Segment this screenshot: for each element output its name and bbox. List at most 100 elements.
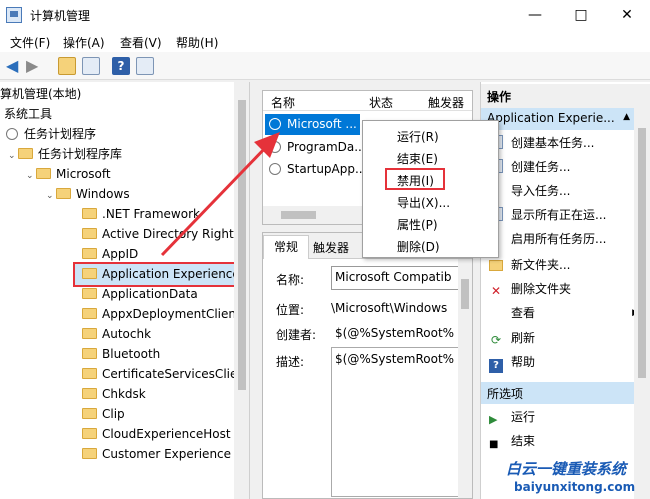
action-import-task[interactable]: 导入任务... (489, 180, 570, 202)
watermark-url: baiyunxitong.com (514, 480, 636, 494)
tree-item-task-scheduler[interactable]: 任务计划程序 (6, 124, 96, 144)
description-value[interactable]: $(@%SystemRoot% (331, 347, 461, 497)
menu-file[interactable]: 文件(F) (10, 34, 50, 51)
actions-section-application-experience[interactable]: Application Experie... ▲ (481, 108, 634, 130)
menu-help[interactable]: 帮助(H) (176, 34, 218, 51)
action-label: 结束 (511, 434, 536, 448)
delete-x-icon: ✕ (490, 284, 502, 298)
action-create-task[interactable]: 创建任务... (489, 156, 570, 178)
folder-icon (82, 388, 97, 399)
tree-item-label: AppxDeploymentClient (102, 307, 241, 321)
tree-item-label: CertificateServicesClien (102, 367, 245, 381)
tree-item-label: Autochk (102, 327, 152, 341)
chevron-down-icon[interactable]: ⌄ (8, 146, 18, 166)
show-hide-tree-icon[interactable] (82, 57, 100, 75)
folder-icon (82, 348, 97, 359)
tab-triggers[interactable]: 触发器 (313, 239, 349, 256)
task-properties: 常规 触发器 名称: Microsoft Compatib 位置: \Micro… (262, 232, 473, 499)
action-show-running[interactable]: 显示所有正在运... (489, 204, 606, 226)
window-title: 计算机管理 (30, 9, 91, 23)
forward-arrow-icon[interactable]: ▶ (26, 57, 44, 75)
action-label: 显示所有正在运... (511, 208, 607, 222)
tree-item-clip[interactable]: Clip (82, 404, 125, 424)
action-create-basic-task[interactable]: 创建基本任务... (489, 132, 594, 154)
action-label: 导入任务... (511, 184, 571, 198)
menu-view[interactable]: 查看(V) (120, 34, 162, 51)
title-bar: 计算机管理 — □ ✕ (0, 0, 650, 30)
name-value[interactable]: Microsoft Compatib (331, 266, 461, 290)
help-icon: ? (489, 359, 503, 373)
action-view[interactable]: 查看▶ (489, 302, 639, 324)
tree-item-task-library[interactable]: ⌄ 任务计划程序库 (8, 144, 122, 164)
tree-item-windows[interactable]: ⌄ Windows (46, 184, 130, 204)
run-triangle-icon: ▶ (489, 413, 498, 426)
column-name[interactable]: 名称 (271, 94, 295, 111)
tree-item-system-tools[interactable]: 系统工具 (4, 104, 52, 124)
collapse-up-icon[interactable]: ▲ (623, 112, 630, 122)
column-trigger[interactable]: 触发器 (428, 94, 464, 111)
close-button[interactable]: ✕ (604, 0, 650, 30)
column-status[interactable]: 状态 (369, 94, 393, 111)
task-name: StartupApp... (287, 162, 367, 176)
menu-action[interactable]: 操作(A) (63, 34, 105, 51)
chevron-down-icon[interactable]: ⌄ (46, 186, 56, 206)
tree-item-customer[interactable]: Customer Experience Im (82, 444, 249, 464)
tree-item-certificate[interactable]: CertificateServicesClien (82, 364, 245, 384)
tree-item-label: CloudExperienceHost (102, 427, 231, 441)
action-label: 启用所有任务历... (511, 232, 607, 246)
folder-icon (82, 448, 97, 459)
action-enable-history[interactable]: 启用所有任务历... (489, 228, 606, 250)
tree-item-autochk[interactable]: Autochk (82, 324, 151, 344)
action-label: 运行 (511, 410, 536, 424)
folder-icon (82, 228, 97, 239)
action-run[interactable]: ▶ 运行 (489, 406, 535, 428)
tree-root[interactable]: 算机管理(本地) (0, 84, 81, 104)
chevron-down-icon[interactable]: ⌄ (26, 166, 36, 186)
task-list-header: 名称 状态 触发器 (263, 91, 472, 111)
minimize-button[interactable]: — (512, 0, 558, 30)
tree-item-bluetooth[interactable]: Bluetooth (82, 344, 160, 364)
tree-item-applicationdata[interactable]: ApplicationData (82, 284, 198, 304)
properties-scrollbar[interactable] (458, 259, 472, 498)
maximize-button[interactable]: □ (558, 0, 604, 30)
actions-section-selected-item[interactable]: 所选项 (481, 382, 634, 404)
help-icon[interactable]: ? (112, 57, 130, 75)
tree-item-appid[interactable]: AppID (82, 244, 138, 264)
task-name: ProgramDa... (287, 140, 366, 154)
folder-icon (82, 328, 97, 339)
tree-item-cloud[interactable]: CloudExperienceHost (82, 424, 231, 444)
action-refresh[interactable]: ⟳ 刷新 (489, 327, 535, 349)
folder-icon (82, 248, 97, 259)
actions-header: 操作 (481, 84, 650, 108)
tree-item-microsoft[interactable]: ⌄ Microsoft (26, 164, 111, 184)
action-new-folder[interactable]: 新文件夹... (489, 254, 570, 276)
arrow-line (160, 143, 270, 257)
action-label: 查看 (511, 306, 536, 320)
field-label-author: 创建者: (276, 328, 317, 342)
menu-item-end[interactable]: 结束(E) (397, 150, 438, 167)
actions-scrollbar[interactable] (634, 108, 650, 499)
scroll-thumb[interactable] (461, 279, 469, 309)
menu-item-export[interactable]: 导出(X)... (397, 194, 450, 211)
tree-item-label: 任务计划程序 (24, 127, 97, 141)
tree-item-chkdsk[interactable]: Chkdsk (82, 384, 146, 404)
menu-bar: 文件(F) 操作(A) 查看(V) 帮助(H) (0, 30, 650, 52)
tree-item-application-experience[interactable]: Application Experience (82, 264, 240, 284)
field-label-description: 描述: (276, 355, 305, 369)
folder-icon (36, 168, 51, 179)
show-hide-action-pane-icon[interactable] (136, 57, 154, 75)
menu-item-properties[interactable]: 属性(P) (397, 216, 438, 233)
action-delete-folder[interactable]: ✕ 删除文件夹 (489, 278, 571, 300)
menu-item-disable[interactable]: 禁用(I) (397, 172, 434, 189)
scroll-thumb[interactable] (638, 128, 646, 378)
back-arrow-icon[interactable]: ◀ (6, 57, 24, 75)
menu-item-delete[interactable]: 删除(D) (397, 238, 440, 255)
action-end[interactable]: ■ 结束 (489, 430, 535, 452)
tree-item-appx[interactable]: AppxDeploymentClient (82, 304, 241, 324)
menu-item-run[interactable]: 运行(R) (397, 128, 439, 145)
action-help[interactable]: ? 帮助 (489, 351, 535, 373)
folder-icon (56, 188, 71, 199)
computer-management-window: 计算机管理 — □ ✕ 文件(F) 操作(A) 查看(V) 帮助(H) ◀ ▶ … (0, 0, 650, 499)
up-folder-icon[interactable] (58, 57, 76, 75)
action-label: 帮助 (511, 355, 536, 369)
